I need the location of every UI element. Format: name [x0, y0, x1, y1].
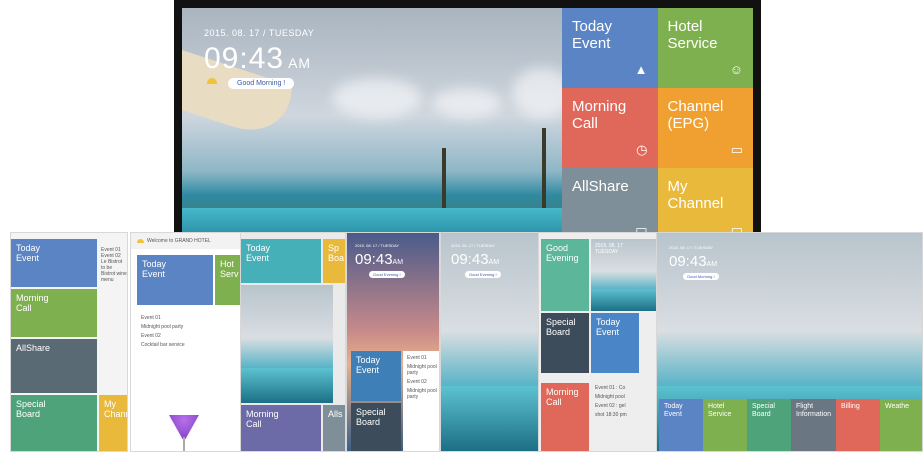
panel3-tile-today-event[interactable]: Today Event	[241, 239, 321, 283]
cloud	[432, 88, 502, 118]
event-line: Event 01	[141, 315, 161, 321]
palm-tree	[542, 128, 546, 208]
cocktail-image	[169, 415, 199, 439]
panel5-greeting: Good Evening !	[465, 271, 501, 278]
panel7-tile-weathe[interactable]: Weathe	[880, 399, 922, 451]
palm-tree	[442, 148, 446, 208]
main-tv: 2015. 08. 17 / TUESDAY 09:43 AM Good Morn…	[174, 0, 761, 248]
tv-clock: 09:43 AM	[204, 42, 311, 76]
panel7-time: 09:43	[669, 253, 707, 270]
panel-2: Welcome to GRAND HOTEL Today Event Hot S…	[130, 232, 242, 452]
panel6-tile-special-board[interactable]: Special Board	[541, 313, 589, 373]
panel4-tile-special-board[interactable]: Special Board	[351, 403, 401, 451]
panel5-ampm: AM	[488, 259, 500, 266]
tv-tile-label: Morning Call	[572, 98, 627, 132]
event-line: Event 01 : Co	[595, 385, 626, 391]
tv-date: 2015. 08. 17 / TUESDAY	[204, 28, 315, 38]
panel6-tile-today-event[interactable]: Today Event	[591, 313, 639, 373]
panel7-tile-hotel-service[interactable]: Hotel Service	[703, 399, 747, 451]
panel7-greeting: Good Morning !	[683, 273, 719, 280]
panel7-tile-billing[interactable]: Billing	[836, 399, 881, 451]
text-line: Le Bistrot to be	[101, 259, 123, 271]
tv-tile-label: Channel (EPG)	[667, 98, 724, 132]
event-line: Event 01	[407, 355, 427, 361]
event-line: Midnight pool	[595, 394, 625, 400]
panel-3: Today Event Sp Boa Morning Call Alls	[240, 232, 346, 452]
panel5-time: 09:43	[451, 251, 489, 268]
event-line: Event 02	[407, 379, 427, 385]
panel-6: Good Evening 2015. 08. 17 TUESDAY Specia…	[538, 232, 658, 452]
event-line: Event 02 : gel	[595, 403, 626, 409]
tv-tile-label: My Channel	[667, 178, 724, 212]
panel2-tile-today-event[interactable]: Today Event	[137, 255, 213, 305]
tv-tile-grid: Today Event ▲ Hotel Service ☺ Morning Call ◷ C…	[562, 8, 753, 248]
panel-7: 2015. 08. 17 / TUESDAY 09:43AM Good Morn…	[656, 232, 923, 452]
panel4-tile-today-event[interactable]: Today Event	[351, 351, 401, 401]
panel6-tile-morning-call[interactable]: Morning Call	[541, 383, 589, 451]
panel7-ampm: AM	[706, 261, 718, 268]
panel6-date: 2015. 08. 17 TUESDAY	[595, 243, 623, 255]
tv-tile-today-event[interactable]: Today Event ▲	[562, 8, 658, 88]
panel4-greeting: Good Evening !	[369, 271, 405, 278]
panel4-clock: 09:43AM	[355, 251, 403, 268]
panel1-event-text: Event 01 Event 02 Le Bistrot to be Bistrot …	[101, 247, 127, 283]
event-line: Cocktail bar service	[141, 342, 185, 348]
tv-tile-label: Hotel Service	[667, 18, 718, 52]
panel2-tile-hotel-service[interactable]: Hot Serv	[215, 255, 241, 305]
panel7-tile-today-event[interactable]: Today Event	[659, 399, 703, 451]
panel1-tile-special-board[interactable]: Special Board	[11, 395, 97, 451]
panel5-date: 2015. 08. 17 / TUESDAY	[451, 243, 496, 248]
panel5-clock: 09:43AM	[451, 251, 499, 268]
event-line: Midnight pool party	[407, 388, 437, 400]
panel3-resort-photo	[241, 285, 333, 403]
cocktail-stem	[183, 437, 185, 451]
tv-tile-label: AllShare	[572, 178, 629, 195]
panel3-tile-morning-call[interactable]: Morning Call	[241, 405, 321, 451]
panel-4: 2015. 08. 17 / TUESDAY 09:43AM Good Even…	[346, 232, 440, 452]
panel1-tile-today-event[interactable]: Today Event	[11, 239, 97, 287]
text-line: menu	[101, 277, 114, 283]
sun-icon	[137, 239, 144, 243]
tv-tile-channel-epg[interactable]: Channel (EPG) ▭	[657, 88, 753, 168]
panel1-tile-morning-call[interactable]: Morning Call	[11, 289, 97, 337]
alarm-clock-icon: ◷	[636, 142, 648, 157]
panel7-date: 2015. 08. 17 / TUESDAY	[669, 245, 714, 250]
greeting-pill: Good Morning !	[228, 78, 295, 89]
panel3-tile-allshare[interactable]: Alls	[323, 405, 345, 451]
panel3-tile-special-board[interactable]: Sp Boa	[323, 239, 345, 283]
panel2-events: Event 01 Midnight pool party Event 02 Cockt…	[141, 315, 211, 351]
tv-tile-hotel-service[interactable]: Hotel Service ☺	[657, 8, 753, 88]
panel7-tile-special-board[interactable]: Special Board	[747, 399, 791, 451]
tv-tile-label: Today Event	[572, 18, 613, 52]
tv-ampm: AM	[288, 55, 312, 71]
panel7-tile-flight-information[interactable]: Flight Information	[791, 399, 837, 451]
panel1-tile-allshare[interactable]: AllShare	[11, 339, 97, 393]
panel4-events: Event 01 Midnight pool party Event 02 Midni…	[407, 355, 439, 403]
concierge-icon: ☺	[729, 62, 743, 77]
party-hat-icon: ▲	[634, 62, 648, 77]
panel6-events: Event 01 : Co Midnight pool Event 02 : gel…	[595, 385, 655, 421]
panel4-ampm: AM	[392, 259, 404, 266]
panel2-welcome: Welcome to GRAND HOTEL	[147, 238, 211, 244]
panel-5: 2015. 08. 17 / TUESDAY 09:43AM Good Even…	[440, 232, 540, 452]
panel-1: Today Event Morning Call AllShare Specia…	[10, 232, 128, 452]
event-line: shot 18:30 pm	[595, 412, 627, 418]
panel6-greeting-tile: Good Evening	[541, 239, 589, 311]
event-line: Midnight pool party	[407, 364, 437, 376]
tv-tile-morning-call[interactable]: Morning Call ◷	[562, 88, 658, 168]
tv-guide-icon: ▭	[730, 142, 743, 157]
tv-time: 09:43	[204, 42, 285, 75]
event-line: Event 02	[141, 333, 161, 339]
panel4-date: 2015. 08. 17 / TUESDAY	[355, 243, 400, 248]
event-line: Midnight pool party	[141, 324, 184, 330]
panel1-tile-my-channel[interactable]: My Chann	[99, 395, 127, 451]
panel4-time: 09:43	[355, 251, 393, 268]
sun-icon	[207, 78, 217, 84]
panel7-tile-bar: Today Event Hotel Service Special Board Fli…	[659, 399, 922, 451]
panel7-clock: 09:43AM	[669, 253, 717, 270]
cloud	[332, 78, 422, 118]
